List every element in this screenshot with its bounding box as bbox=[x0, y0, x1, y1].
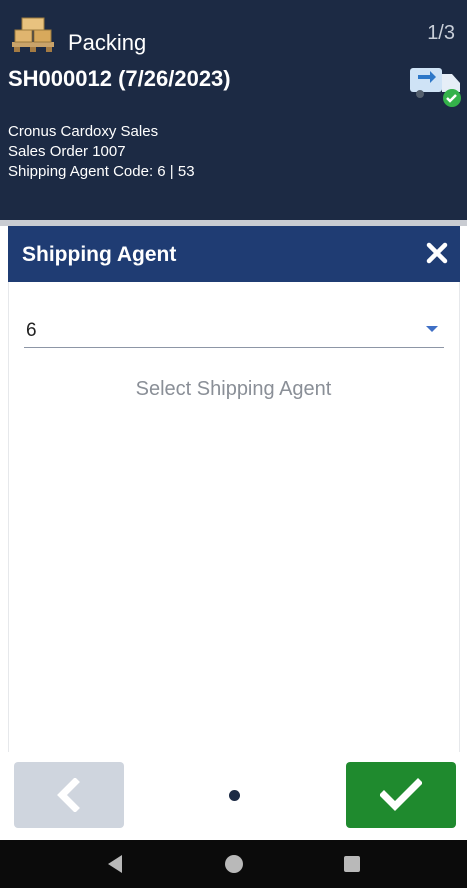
system-nav-bar bbox=[0, 840, 467, 888]
pallet-boxes-icon bbox=[12, 17, 54, 52]
shipping-agent-code: Shipping Agent Code: 6 | 53 bbox=[8, 163, 195, 180]
close-icon[interactable] bbox=[422, 238, 452, 268]
app-title: Packing bbox=[68, 30, 147, 55]
sales-order: Sales Order 1007 bbox=[8, 143, 126, 160]
nav-recents-icon[interactable] bbox=[344, 856, 360, 872]
back-button[interactable] bbox=[14, 762, 124, 828]
select-hint: Select Shipping Agent bbox=[135, 378, 332, 400]
dialog-body bbox=[8, 282, 460, 752]
page-indicator-dot bbox=[229, 790, 240, 801]
nav-home-icon[interactable] bbox=[225, 855, 243, 873]
document-title: SH000012 (7/26/2023) bbox=[8, 66, 231, 91]
dialog-header: Shipping Agent bbox=[8, 226, 460, 282]
customer-name: Cronus Cardoxy Sales bbox=[8, 123, 159, 140]
shipping-agent-select[interactable]: 6 bbox=[24, 312, 444, 348]
confirm-button[interactable] bbox=[346, 762, 456, 828]
nav-back-icon[interactable] bbox=[108, 855, 122, 873]
checkmark-icon bbox=[380, 778, 422, 811]
chevron-left-icon bbox=[57, 778, 80, 812]
page-counter: 1/3 bbox=[427, 22, 455, 44]
truck-check-icon[interactable] bbox=[406, 60, 464, 108]
dialog-title: Shipping Agent bbox=[22, 243, 177, 266]
select-value: 6 bbox=[26, 320, 37, 341]
order-details: Cronus Cardoxy Sales Sales Order 1007 Sh… bbox=[8, 122, 195, 182]
chevron-down-icon[interactable] bbox=[426, 326, 438, 332]
app-header: Packing 1/3 SH000012 (7/26/2023) Cronus … bbox=[0, 0, 467, 220]
